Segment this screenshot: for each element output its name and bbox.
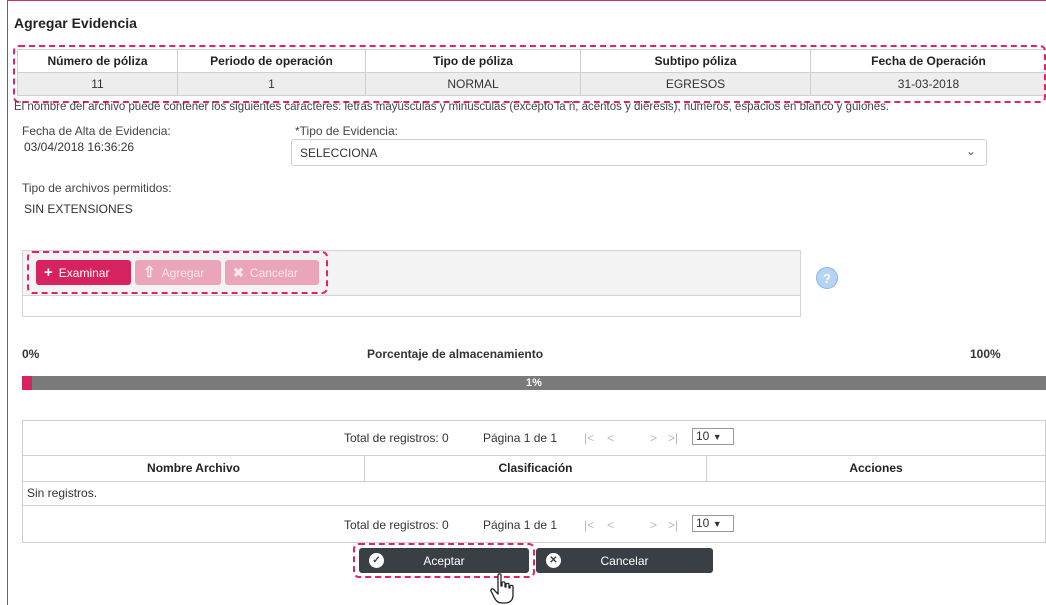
chevron-down-icon: ▼ — [712, 432, 722, 442]
evidence-grid: Total de registros: 0 Página 1 de 1 |< <… — [22, 420, 1046, 543]
page-size-select[interactable]: 10 ▼ — [692, 515, 734, 532]
page-frame-left — [7, 0, 8, 605]
hand-pointer-icon — [490, 573, 514, 604]
storage-min-label: 0% — [22, 347, 40, 361]
page-frame-top — [7, 0, 1046, 1]
grid-pager-top: Total de registros: 0 Página 1 de 1 |< <… — [23, 421, 1045, 455]
allowed-types-value: SIN EXTENSIONES — [24, 202, 133, 216]
grid-header: Nombre Archivo Clasificación Acciones — [23, 455, 1045, 482]
prev-page-icon[interactable]: < — [607, 431, 614, 445]
tipo-evidencia-select[interactable]: SELECCIONA ⌄ — [291, 139, 987, 166]
tipo-evidencia-selected: SELECCIONA — [300, 146, 378, 160]
chevron-down-icon: ⌄ — [965, 144, 976, 158]
cancelar-button[interactable]: ✕ Cancelar — [536, 548, 713, 573]
allowed-types-label: Tipo de archivos permitidos: — [22, 181, 172, 195]
page-size-value: 10 — [696, 429, 710, 443]
fecha-alta-label: Fecha de Alta de Evidencia: — [22, 124, 171, 138]
page-size-value: 10 — [696, 516, 710, 530]
last-page-icon[interactable]: >| — [668, 518, 678, 532]
total-records: Total de registros: 0 — [344, 518, 449, 532]
page-size-select[interactable]: 10 ▼ — [692, 428, 734, 445]
cancelar-label: Cancelar — [600, 554, 649, 568]
fecha-alta-value: 03/04/2018 16:36:26 — [24, 140, 135, 154]
storage-progress-value: 1% — [526, 377, 542, 389]
policy-table-highlight — [13, 45, 1046, 103]
chevron-down-icon: ▼ — [712, 519, 722, 529]
next-page-icon[interactable]: > — [650, 431, 657, 445]
filename-note: El nombre del archivo puede contener los… — [14, 101, 890, 113]
empty-message: Sin registros. — [23, 481, 1045, 506]
column-nombre-archivo[interactable]: Nombre Archivo — [23, 456, 365, 481]
first-page-icon[interactable]: |< — [584, 431, 594, 445]
prev-page-icon[interactable]: < — [607, 518, 614, 532]
column-clasificacion[interactable]: Clasificación — [365, 456, 707, 481]
next-page-icon[interactable]: > — [650, 518, 657, 532]
page-title: Agregar Evidencia — [14, 15, 137, 31]
storage-title: Porcentaje de almacenamiento — [367, 347, 544, 361]
column-acciones: Acciones — [849, 461, 903, 475]
first-page-icon[interactable]: |< — [584, 518, 594, 532]
total-records: Total de registros: 0 — [344, 431, 449, 445]
page-indicator: Página 1 de 1 — [483, 518, 558, 532]
storage-max-label: 100% — [970, 347, 1001, 361]
storage-progress-bar: 1% — [22, 376, 1046, 390]
upload-buttons-highlight — [27, 251, 328, 294]
last-page-icon[interactable]: >| — [668, 431, 678, 445]
help-icon[interactable]: ? — [816, 267, 838, 289]
page-indicator: Página 1 de 1 — [483, 431, 558, 445]
tipo-evidencia-label: *Tipo de Evidencia: — [295, 124, 398, 138]
grid-pager-bottom: Total de registros: 0 Página 1 de 1 |< <… — [23, 508, 1045, 542]
